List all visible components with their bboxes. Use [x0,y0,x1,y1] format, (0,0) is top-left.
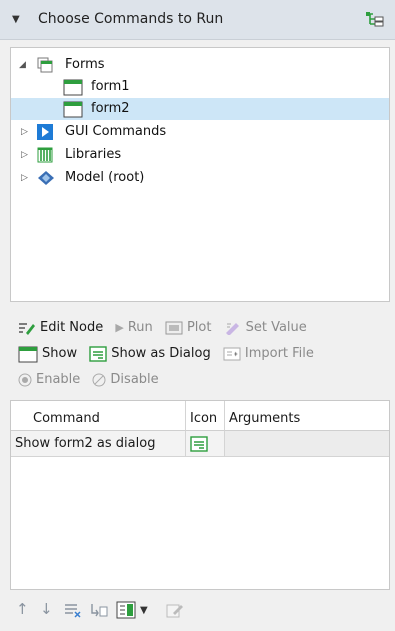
command-toolbar-row-3: Enable Disable [18,369,167,391]
section-header[interactable]: ▼ Choose Commands to Run [0,0,395,40]
plot-label: Plot [186,320,212,335]
edit-node-icon [19,323,35,335]
edit-node-button[interactable]: Edit Node [18,317,103,340]
forms-folder-icon [37,57,53,73]
import-file-icon [223,347,241,361]
disable-icon [92,373,106,387]
collapsed-arrow-icon[interactable]: ▷ [21,167,28,189]
tree-item-label: form2 [91,101,130,116]
column-header-icon[interactable]: Icon [186,401,225,431]
column-header-arguments[interactable]: Arguments [225,401,389,431]
tree-item-label: Forms [65,57,105,72]
tree-item-form1[interactable]: form1 [11,76,389,98]
dropdown-icon[interactable]: ▼ [140,605,148,616]
run-icon: ▶ [115,321,124,334]
run-label: Run [127,320,153,335]
collapsed-arrow-icon[interactable]: ▷ [21,121,28,143]
show-label: Show [42,346,78,361]
dialog-icon [89,346,107,362]
form-icon [63,101,83,118]
section-title: Choose Commands to Run [38,11,224,27]
tree-item-form2[interactable]: form2 [11,98,389,120]
edit-icon[interactable] [166,602,184,618]
tree-item-forms[interactable]: ◢ Forms [11,54,389,76]
set-value-button[interactable]: Set Value [224,317,307,340]
set-value-label: Set Value [245,320,307,335]
move-to-icon[interactable] [90,602,108,618]
table-cell-arguments[interactable] [225,431,389,457]
plot-icon [165,321,183,335]
table-cell-icon[interactable] [186,431,225,457]
enable-label: Enable [36,372,81,387]
move-up-icon[interactable]: ↑ [16,600,29,618]
tree-item-libraries[interactable]: ▷ Libraries [11,144,389,166]
tree-structure-icon[interactable] [365,10,385,28]
tree-item-model-root[interactable]: ▷ Model (root) [11,167,389,189]
insert-icon[interactable] [116,601,136,619]
show-as-dialog-label: Show as Dialog [111,346,211,361]
command-toolbar-row-1: Edit Node ▶ Run Plot Set Value [18,317,315,339]
column-header-command[interactable]: Command [11,401,186,431]
tree-item-label: Libraries [65,147,122,162]
edit-node-label: Edit Node [40,320,104,335]
command-toolbar-row-2: Show Show as Dialog Import File [18,343,322,365]
tree-item-gui-commands[interactable]: ▷ GUI Commands [11,121,389,143]
tree-item-label: form1 [91,79,130,94]
tree-item-label: Model (root) [65,170,145,185]
model-root-icon [38,171,54,185]
collapse-caret-icon[interactable]: ▼ [12,14,20,25]
enable-icon [18,373,32,387]
disable-button[interactable]: Disable [92,369,159,392]
tree-item-label: GUI Commands [65,124,167,139]
form-icon [18,346,38,362]
gui-commands-icon [37,124,53,140]
plot-button[interactable]: Plot [165,317,212,340]
run-button[interactable]: ▶ Run [115,317,152,340]
expanded-arrow-icon[interactable]: ◢ [19,54,26,76]
delete-icon[interactable] [64,602,82,618]
enable-button[interactable]: Enable [18,369,80,392]
set-value-icon [225,323,239,335]
collapsed-arrow-icon[interactable]: ▷ [21,144,28,166]
table-cell-command[interactable]: Show form2 as dialog [11,431,186,457]
dialog-icon [190,436,208,452]
move-down-icon[interactable]: ↓ [40,600,53,618]
import-file-label: Import File [244,346,314,361]
command-tree[interactable]: ◢ Forms form1 form2 ▷ GUI Commands ▷ Lib… [10,47,390,302]
show-as-dialog-button[interactable]: Show as Dialog [89,343,211,366]
import-file-button[interactable]: Import File [223,343,314,366]
form-icon [63,79,83,96]
disable-label: Disable [110,372,159,387]
libraries-icon [37,147,53,163]
command-table[interactable]: ▸▸ Command Icon Arguments Show form2 as … [10,400,390,590]
show-button[interactable]: Show [18,343,77,366]
